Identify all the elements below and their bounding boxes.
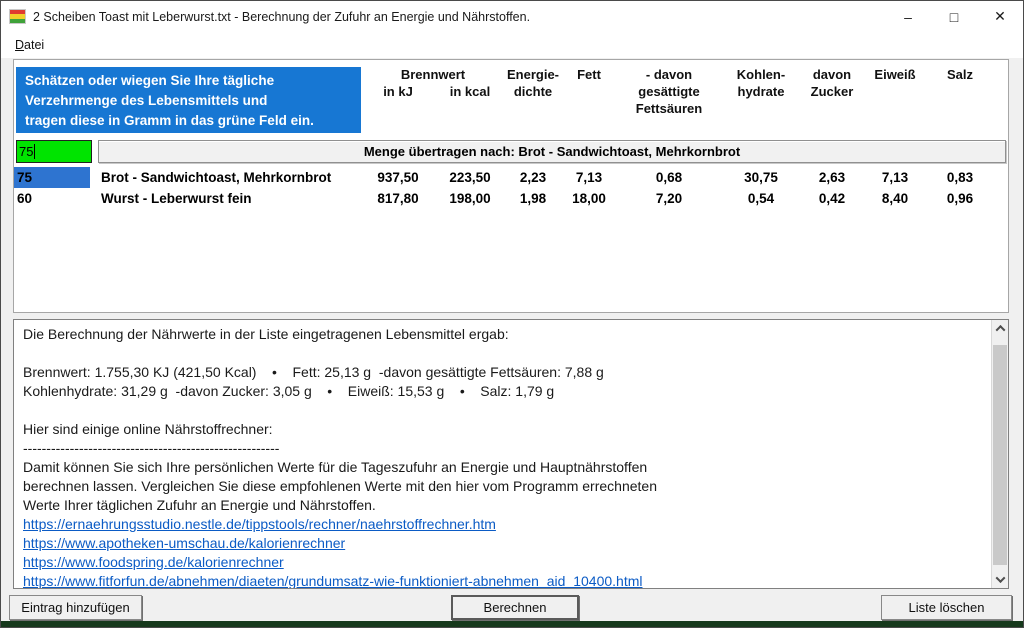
header-eiweiss: Eiweiß: [863, 64, 927, 133]
table-header-row: Schätzen oder wiegen Sie Ihre tägliche V…: [14, 60, 1008, 133]
row-kohlenhydrate: 0,54: [721, 191, 801, 206]
header-salz: Salz: [927, 64, 993, 133]
window-controls: – □ ✕: [885, 1, 1023, 32]
results-textbox[interactable]: Die Berechnung der Nährwerte in der List…: [13, 319, 1009, 589]
text-caret: [34, 144, 35, 159]
instruction-box: Schätzen oder wiegen Sie Ihre tägliche V…: [16, 67, 361, 133]
link-nestle-naehrstoffrechner[interactable]: https://ernaehrungsstudio.nestle.de/tipp…: [23, 515, 991, 534]
scroll-up-button[interactable]: [992, 320, 1008, 337]
row-zucker: 2,63: [801, 170, 863, 185]
header-in-kcal: in kcal: [435, 83, 505, 100]
results-text: Die Berechnung der Nährwerte in der List…: [14, 320, 991, 588]
results-summary-intro: Die Berechnung der Nährwerte in der List…: [23, 325, 991, 344]
maximize-button[interactable]: □: [931, 1, 977, 32]
row-gesaettigte: 7,20: [617, 191, 721, 206]
row-gesaettigte: 0,68: [617, 170, 721, 185]
header-davon-zucker: davon Zucker: [801, 64, 863, 133]
menu-bar: Datei: [1, 32, 1023, 58]
food-list: 75 Brot - Sandwichtoast, Mehrkornbrot 93…: [14, 167, 1008, 209]
bottom-edge-strip: [1, 621, 1023, 627]
minimize-button[interactable]: –: [885, 1, 931, 32]
row-food-name: Wurst - Leberwurst fein: [90, 191, 361, 206]
row-fett: 7,13: [561, 170, 617, 185]
row-eiweiss: 7,13: [863, 170, 927, 185]
link-fitforfun[interactable]: https://www.fitforfun.de/abnehmen/diaete…: [23, 572, 991, 588]
clear-list-button[interactable]: Liste löschen: [881, 595, 1012, 620]
food-table-panel: Schätzen oder wiegen Sie Ihre tägliche V…: [13, 59, 1009, 313]
title-bar: 2 Scheiben Toast mit Leberwurst.txt - Be…: [1, 1, 1023, 32]
row-energiedichte: 2,23: [505, 170, 561, 185]
instruction-line-1: Schätzen oder wiegen Sie Ihre tägliche: [25, 71, 361, 91]
header-fett: Fett: [561, 64, 617, 133]
scroll-down-button[interactable]: [992, 571, 1008, 588]
row-salz: 0,96: [927, 191, 993, 206]
row-kcal: 223,50: [435, 170, 505, 185]
window-chrome: 2 Scheiben Toast mit Leberwurst.txt - Be…: [1, 1, 1023, 58]
link-foodspring[interactable]: https://www.foodspring.de/kalorienrechne…: [23, 553, 991, 572]
chevron-up-icon: [995, 325, 1005, 335]
row-zucker: 0,42: [801, 191, 863, 206]
header-in-kj: in kJ: [361, 83, 435, 100]
vertical-scrollbar[interactable]: [991, 320, 1008, 588]
add-entry-button[interactable]: Eintrag hinzufügen: [9, 595, 142, 620]
header-brennwert: Brennwert in kJ in kcal: [361, 64, 505, 133]
amount-input[interactable]: 75: [16, 140, 92, 163]
row-fett: 18,00: [561, 191, 617, 206]
instruction-line-2: Verzehrmenge des Lebensmittels und: [25, 91, 361, 111]
scrollbar-thumb[interactable]: [993, 345, 1007, 565]
row-amount-cell[interactable]: 60: [14, 188, 90, 209]
row-kohlenhydrate: 30,75: [721, 170, 801, 185]
row-kcal: 198,00: [435, 191, 505, 206]
header-kohlenhydrate: Kohlen- hydrate: [721, 64, 801, 133]
results-paragraph-2: berechnen lassen. Vergleichen Sie diese …: [23, 477, 991, 496]
table-row[interactable]: 60 Wurst - Leberwurst fein 817,80 198,00…: [14, 188, 1008, 209]
row-eiweiss: 8,40: [863, 191, 927, 206]
close-button[interactable]: ✕: [977, 1, 1023, 32]
chevron-down-icon: [995, 573, 1005, 583]
results-calculators-heading: Hier sind einige online Nährstoffrechner…: [23, 420, 991, 439]
app-window: 2 Scheiben Toast mit Leberwurst.txt - Be…: [0, 0, 1024, 628]
transfer-target-bar: Menge übertragen nach: Brot - Sandwichto…: [98, 140, 1006, 163]
row-salz: 0,83: [927, 170, 993, 185]
results-paragraph-1: Damit können Sie sich Ihre persönlichen …: [23, 458, 991, 477]
row-kj: 817,80: [361, 191, 435, 206]
link-apotheken-umschau[interactable]: https://www.apotheken-umschau.de/kalorie…: [23, 534, 991, 553]
menu-item-datei[interactable]: Datei: [10, 35, 49, 55]
results-energy-fat: Brennwert: 1.755,30 KJ (421,50 Kcal) • F…: [23, 363, 991, 382]
instruction-line-3: tragen diese in Gramm in das grüne Feld …: [25, 111, 361, 131]
header-gesaettigte-fettsaeuren: - davon gesättigte Fettsäuren: [617, 64, 721, 133]
window-title: 2 Scheiben Toast mit Leberwurst.txt - Be…: [33, 10, 530, 24]
calculate-button[interactable]: Berechnen: [451, 595, 579, 620]
app-icon: [9, 9, 26, 24]
row-energiedichte: 1,98: [505, 191, 561, 206]
row-amount-cell[interactable]: 75: [14, 167, 90, 188]
results-paragraph-3: Werte Ihrer täglichen Zufuhr an Energie …: [23, 496, 991, 515]
amount-entry-row: 75 Menge übertragen nach: Brot - Sandwic…: [14, 139, 1008, 163]
row-kj: 937,50: [361, 170, 435, 185]
table-row[interactable]: 75 Brot - Sandwichtoast, Mehrkornbrot 93…: [14, 167, 1008, 188]
results-divider: ----------------------------------------…: [23, 439, 991, 458]
row-food-name: Brot - Sandwichtoast, Mehrkornbrot: [90, 170, 361, 185]
icon-stripe-green: [10, 19, 25, 23]
results-carbs-protein-salt: Kohlenhydrate: 31,29 g -davon Zucker: 3,…: [23, 382, 991, 401]
header-energiedichte: Energie- dichte: [505, 64, 561, 133]
